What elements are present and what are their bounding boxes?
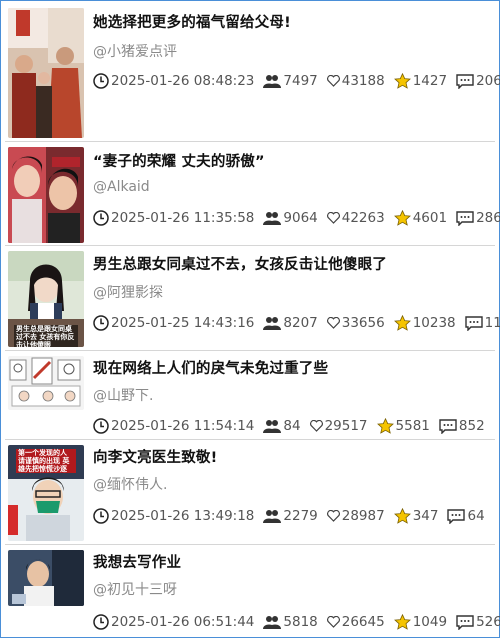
like-count: 29517: [324, 418, 368, 434]
favorite-count: 347: [412, 508, 439, 524]
comment-icon: [464, 315, 483, 331]
list-item[interactable]: 第一个发现的人 请谨慎的出现 英雄先把惊慌沙逐 向李文亮医生致敬! @缅怀伟人.…: [5, 441, 495, 545]
comment-icon: [456, 210, 474, 226]
comment-count: 852: [458, 418, 485, 434]
heart-icon: [326, 510, 340, 522]
star-icon: [393, 614, 411, 630]
view-count: 5818: [283, 614, 318, 630]
like-count: 42263: [341, 210, 385, 226]
view-count: 2279: [283, 508, 318, 524]
users-icon: [263, 616, 282, 629]
users-icon: [263, 212, 282, 225]
like-count: 26645: [341, 614, 385, 630]
heart-icon: [309, 420, 323, 432]
clock-icon: [93, 508, 109, 524]
clock-icon: [93, 73, 109, 89]
comment-count: 286: [476, 210, 500, 226]
comment-icon: [447, 508, 466, 524]
comment-icon: [456, 73, 474, 89]
publish-time: 2025-01-26 08:48:23: [111, 73, 255, 89]
star-icon: [393, 210, 411, 226]
thumbnail-caption: 第一个发现的人 请谨慎的出现 英雄先把惊慌沙逐: [16, 449, 76, 473]
view-count: 8207: [283, 315, 318, 331]
users-icon: [263, 75, 282, 88]
video-title[interactable]: 她选择把更多的福气留给父母!: [93, 11, 291, 32]
video-title[interactable]: “妻子的荣耀 丈夫的骄傲”: [93, 150, 265, 171]
video-title[interactable]: 我想去写作业: [93, 551, 181, 572]
thumbnail-caption: 男生总是跟女同桌过不去 女孩有你反击让他傻眼: [14, 325, 78, 347]
video-list: 她选择把更多的福气留给父母! @小猪爱点评 2025-01-26 08:48:2…: [0, 0, 500, 638]
favorite-count: 4601: [412, 210, 448, 226]
publish-time: 2025-01-25 14:43:16: [111, 315, 255, 331]
comment-count: 526: [476, 614, 500, 630]
view-count: 7497: [283, 73, 318, 89]
video-author[interactable]: @阿狸影探: [93, 282, 163, 302]
comment-icon: [456, 614, 474, 630]
video-stats: 2025-01-26 13:49:18 2279 28987 347 64: [93, 506, 494, 526]
users-icon: [263, 510, 282, 523]
list-item[interactable]: 现在网络上人们的戾气未免过重了些 @山野下. 2025-01-26 11:54:…: [5, 352, 495, 440]
comment-count: 64: [467, 508, 485, 524]
heart-icon: [326, 616, 340, 628]
like-count: 28987: [341, 508, 385, 524]
list-item[interactable]: 我想去写作业 @初见十三呀 2025-01-26 06:51:44 5818 2…: [5, 546, 500, 636]
heart-icon: [326, 75, 340, 87]
video-title[interactable]: 向李文亮医生致敬!: [93, 446, 217, 467]
video-author[interactable]: @小猪爱点评: [93, 41, 177, 61]
comment-count: 2069: [476, 73, 500, 89]
clock-icon: [93, 315, 109, 331]
star-icon: [376, 418, 394, 434]
star-icon: [393, 73, 411, 89]
publish-time: 2025-01-26 06:51:44: [111, 614, 255, 630]
comment-count: 115: [484, 315, 500, 331]
video-author[interactable]: @初见十三呀: [93, 579, 177, 599]
users-icon: [263, 420, 282, 433]
video-thumbnail[interactable]: [8, 8, 84, 138]
video-thumbnail[interactable]: 男生总是跟女同桌过不去 女孩有你反击让他傻眼: [8, 251, 84, 347]
video-thumbnail[interactable]: 第一个发现的人 请谨慎的出现 英雄先把惊慌沙逐: [8, 445, 84, 541]
video-author[interactable]: @缅怀伟人.: [93, 474, 167, 494]
video-thumbnail[interactable]: [8, 147, 84, 243]
clock-icon: [93, 418, 109, 434]
clock-icon: [93, 614, 109, 630]
video-stats: 2025-01-26 06:51:44 5818 26645 1049 526: [93, 612, 500, 632]
favorite-count: 5581: [395, 418, 430, 434]
like-count: 33656: [341, 315, 385, 331]
video-author[interactable]: @山野下.: [93, 385, 153, 405]
heart-icon: [326, 317, 340, 329]
clock-icon: [93, 210, 109, 226]
favorite-count: 10238: [412, 315, 456, 331]
favorite-count: 1427: [412, 73, 448, 89]
favorite-count: 1049: [412, 614, 448, 630]
star-icon: [393, 508, 411, 524]
comment-icon: [439, 418, 457, 434]
video-thumbnail[interactable]: [8, 356, 84, 410]
video-title[interactable]: 男生总跟女同桌过不去，女孩反击让他傻眼了: [93, 253, 387, 274]
users-icon: [263, 317, 282, 330]
list-item[interactable]: 她选择把更多的福气留给父母! @小猪爱点评 2025-01-26 08:48:2…: [5, 4, 500, 142]
video-title[interactable]: 现在网络上人们的戾气未免过重了些: [93, 357, 328, 378]
publish-time: 2025-01-26 11:54:14: [111, 418, 255, 434]
video-stats: 2025-01-26 11:54:14 84 29517 5581 852: [93, 416, 494, 436]
like-count: 43188: [341, 73, 385, 89]
publish-time: 2025-01-26 13:49:18: [111, 508, 255, 524]
star-icon: [393, 315, 411, 331]
view-count: 84: [283, 418, 301, 434]
video-stats: 2025-01-26 11:35:58 9064 42263 4601 286: [93, 208, 500, 228]
view-count: 9064: [283, 210, 318, 226]
list-item[interactable]: “妻子的荣耀 丈夫的骄傲” @Alkaid 2025-01-26 11:35:5…: [5, 143, 500, 246]
heart-icon: [326, 212, 340, 224]
video-thumbnail[interactable]: [8, 550, 84, 606]
publish-time: 2025-01-26 11:35:58: [111, 210, 255, 226]
video-stats: 2025-01-26 08:48:23 7497 43188 1427 2069: [93, 71, 500, 91]
list-item[interactable]: 男生总是跟女同桌过不去 女孩有你反击让他傻眼 男生总跟女同桌过不去，女孩反击让他…: [5, 247, 500, 351]
video-author[interactable]: @Alkaid: [93, 179, 150, 195]
video-stats: 2025-01-25 14:43:16 8207 33656 10238 115: [93, 313, 500, 333]
